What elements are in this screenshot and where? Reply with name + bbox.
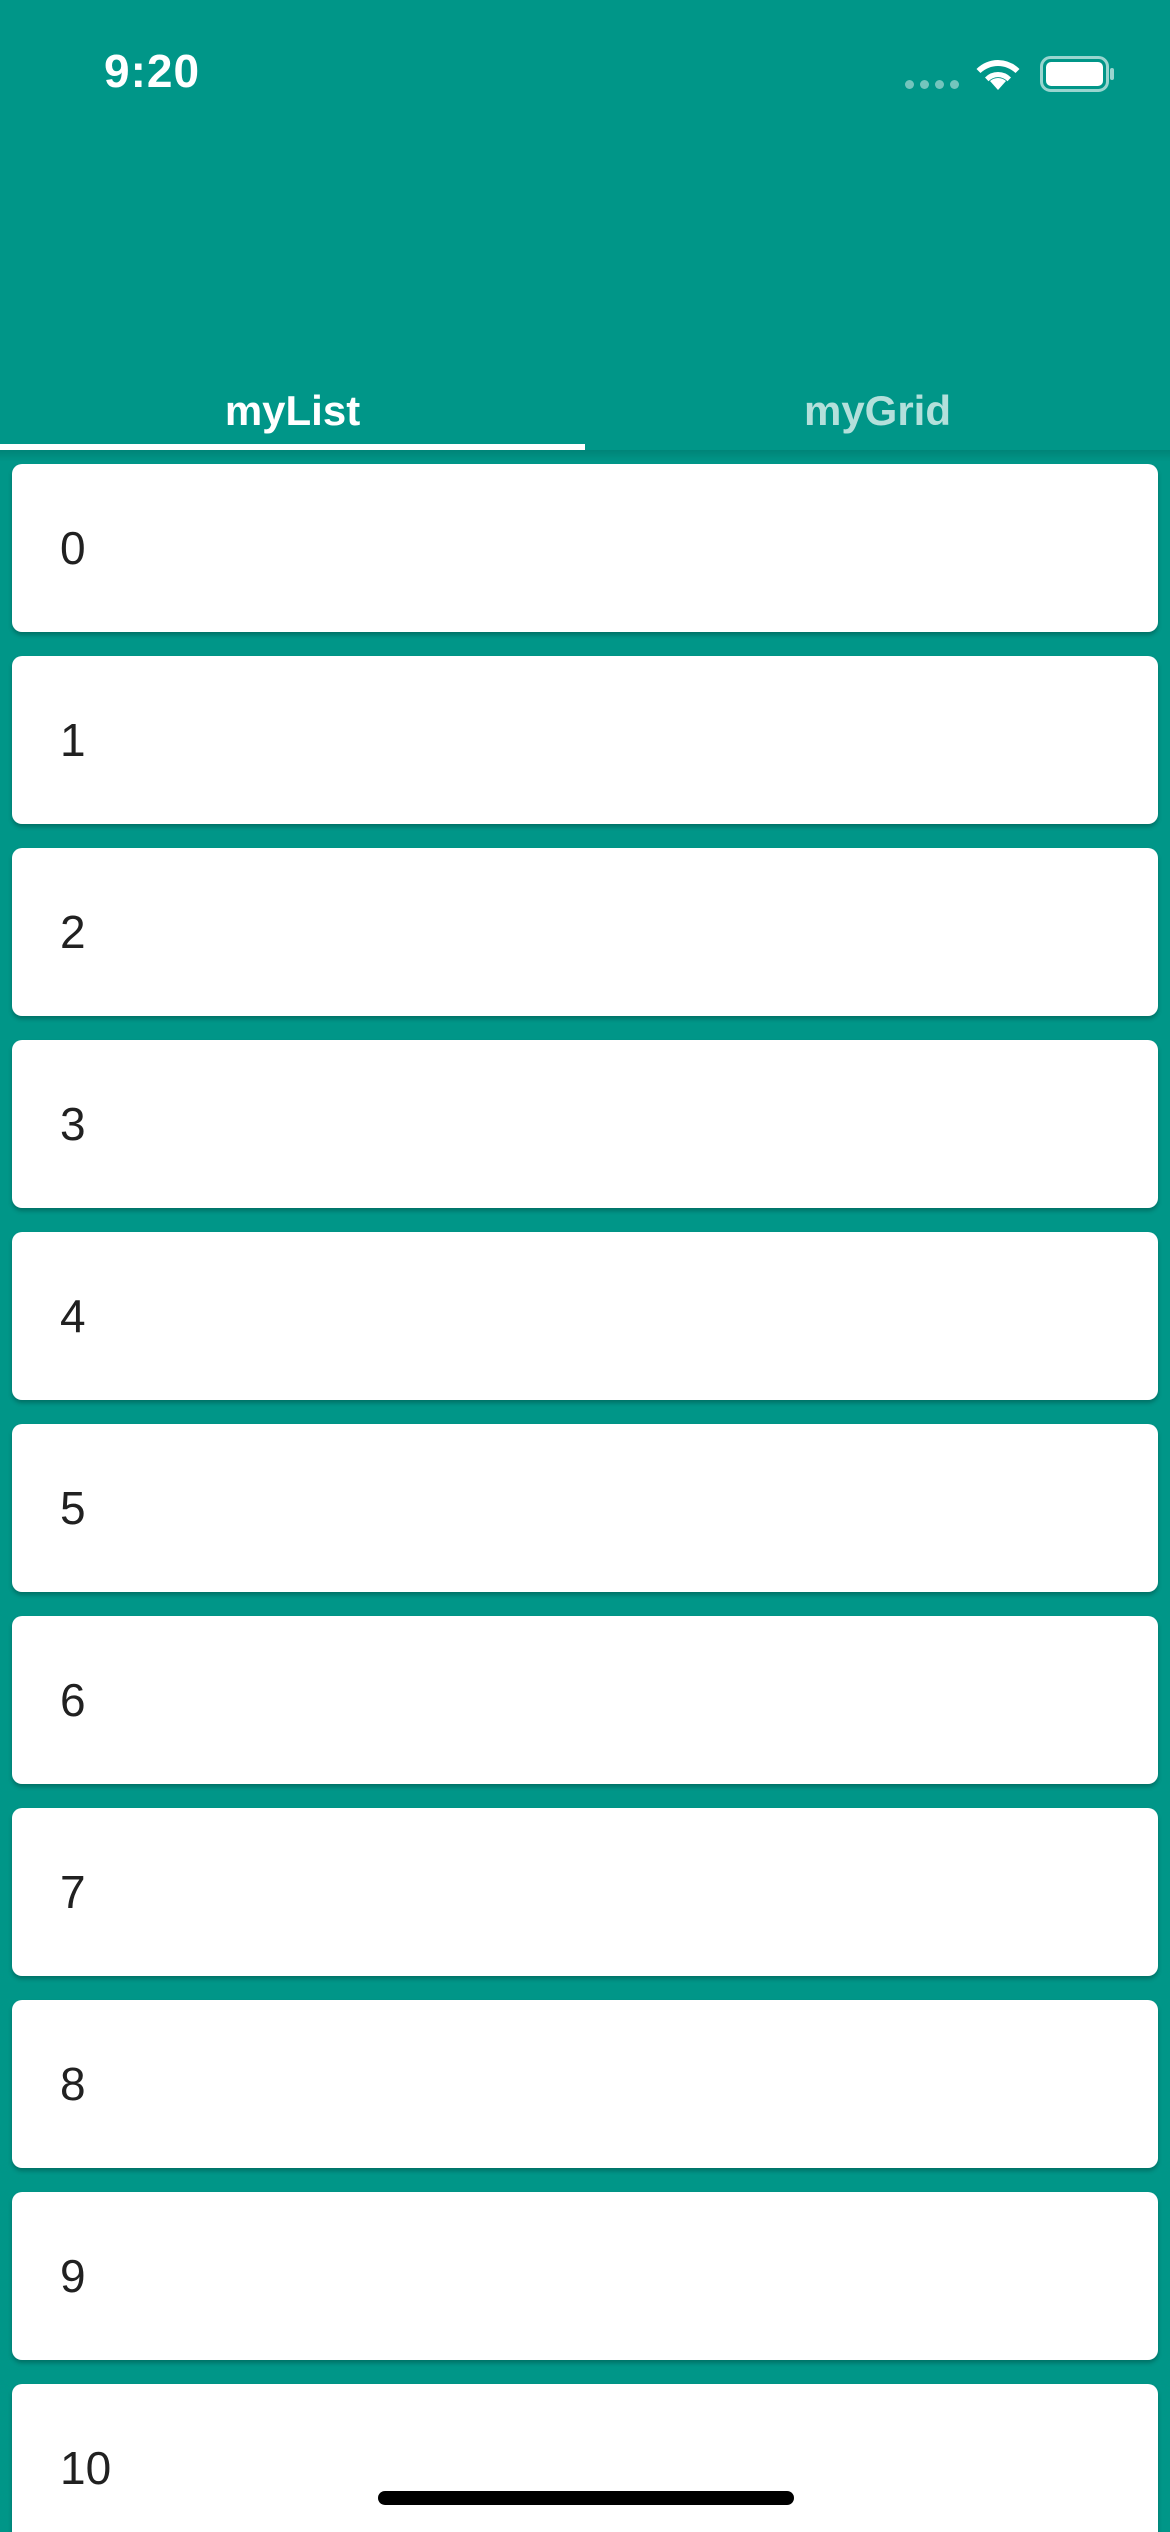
list-item-label: 0 xyxy=(60,522,86,574)
tab-bar: myList myGrid xyxy=(0,380,1170,450)
list-item[interactable]: 3 xyxy=(12,1040,1158,1208)
list-item-label: 7 xyxy=(60,1866,86,1918)
list-item-label: 3 xyxy=(60,1098,86,1150)
status-time: 9:20 xyxy=(104,45,201,97)
list-item[interactable]: 8 xyxy=(12,2000,1158,2168)
list-item[interactable]: 1 xyxy=(12,656,1158,824)
list-item-label: 10 xyxy=(60,2442,112,2494)
status-bar: 9:20 xyxy=(0,0,1170,150)
list-item[interactable]: 9 xyxy=(12,2192,1158,2360)
list-item[interactable]: 7 xyxy=(12,1808,1158,1976)
list-item-label: 5 xyxy=(60,1482,86,1534)
battery-icon xyxy=(1040,56,1114,92)
list-item[interactable]: 0 xyxy=(12,464,1158,632)
tab-mylist[interactable]: myList xyxy=(0,380,585,450)
list-item-label: 9 xyxy=(60,2250,86,2302)
list-item[interactable]: 5 xyxy=(12,1424,1158,1592)
wifi-icon xyxy=(976,60,1020,90)
item-list[interactable]: 0 1 2 3 4 5 6 7 8 9 10 xyxy=(0,464,1170,2532)
list-item[interactable]: 6 xyxy=(12,1616,1158,1784)
list-item-label: 2 xyxy=(60,906,86,958)
tab-bar-shadow xyxy=(0,450,1170,462)
list-item-label: 8 xyxy=(60,2058,86,2110)
list-item[interactable]: 10 xyxy=(12,2384,1158,2532)
list-item-label: 4 xyxy=(60,1290,86,1342)
tab-mygrid[interactable]: myGrid xyxy=(585,380,1170,450)
signal-dots-icon xyxy=(905,80,959,90)
home-indicator[interactable] xyxy=(378,2491,794,2505)
list-item-label: 1 xyxy=(60,714,86,766)
list-item[interactable]: 4 xyxy=(12,1232,1158,1400)
list-item[interactable]: 2 xyxy=(12,848,1158,1016)
list-item-label: 6 xyxy=(60,1674,86,1726)
